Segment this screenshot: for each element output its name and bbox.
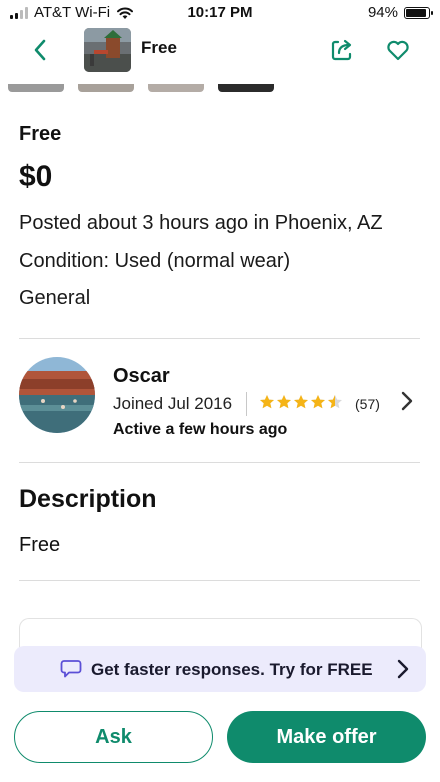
- favorite-button[interactable]: [384, 36, 412, 64]
- category-info: General: [19, 287, 91, 309]
- posted-info: Posted about 3 hours ago in Phoenix, AZ: [19, 212, 383, 234]
- photo-thumb[interactable]: [78, 84, 134, 92]
- chat-bubble-icon: [60, 660, 82, 678]
- battery-percent: 94%: [367, 4, 398, 21]
- listing-title: Free: [19, 123, 62, 145]
- header-title: Free: [141, 38, 177, 57]
- avatar[interactable]: [19, 357, 95, 433]
- rating-stars: [259, 394, 343, 410]
- status-right: 94%: [367, 4, 433, 21]
- divider: [19, 580, 420, 581]
- description-heading: Description: [19, 485, 157, 513]
- photo-strip[interactable]: [0, 84, 440, 94]
- photo-thumb[interactable]: [218, 84, 274, 92]
- star-icon: [260, 395, 274, 409]
- promo-text: Get faster responses. Try for FREE: [91, 660, 373, 679]
- chevron-right-icon: [401, 391, 413, 411]
- listing-thumbnail[interactable]: [84, 28, 131, 72]
- back-button[interactable]: [26, 36, 54, 64]
- star-icon: [277, 395, 291, 409]
- share-icon: [331, 39, 352, 61]
- description-text: Free: [19, 534, 61, 556]
- battery-icon: [404, 6, 433, 19]
- photo-thumb[interactable]: [148, 84, 204, 92]
- photo-thumb[interactable]: [8, 84, 64, 92]
- heart-icon: [387, 40, 409, 61]
- status-bar: AT&T Wi-Fi 10:17 PM 94%: [0, 0, 440, 26]
- divider: [19, 462, 420, 463]
- star-icon: [311, 395, 325, 409]
- seller-profile-button[interactable]: [396, 390, 418, 412]
- listing-price: $0: [19, 160, 53, 193]
- seller-activity: Active a few hours ago: [113, 421, 288, 438]
- seller-joined: Joined Jul 2016: [113, 394, 233, 413]
- chevron-left-icon: [34, 39, 46, 61]
- divider: [19, 338, 420, 339]
- star-icon: [328, 395, 342, 409]
- share-button[interactable]: [328, 36, 356, 64]
- star-icon: [294, 395, 308, 409]
- divider: [246, 392, 247, 416]
- next-card: [19, 618, 422, 649]
- ask-button[interactable]: Ask: [14, 711, 213, 763]
- make-offer-button[interactable]: Make offer: [227, 711, 426, 763]
- condition-info: Condition: Used (normal wear): [19, 250, 291, 272]
- rating-count: (57): [355, 396, 380, 412]
- listing-header: Free: [0, 26, 440, 74]
- seller-name[interactable]: Oscar: [113, 365, 170, 388]
- promo-banner[interactable]: Get faster responses. Try for FREE: [14, 646, 426, 692]
- chevron-right-icon: [397, 659, 409, 679]
